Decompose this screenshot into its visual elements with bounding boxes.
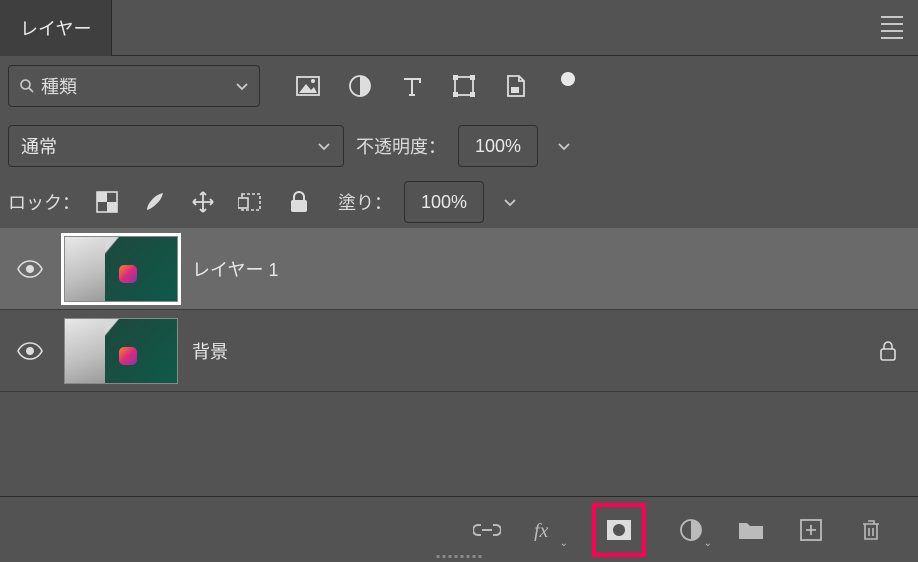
eye-icon	[17, 342, 43, 360]
adjustment-layer-filter-icon[interactable]	[348, 74, 372, 98]
filter-row: 種類	[0, 56, 918, 116]
lock-row: ロック： 塗り： 100%	[0, 176, 918, 228]
opacity-value: 100%	[475, 136, 521, 157]
chevron-down-icon	[317, 139, 331, 153]
visibility-toggle[interactable]	[0, 260, 60, 278]
lock-position-icon[interactable]	[190, 189, 216, 215]
lock-artboard-icon[interactable]	[238, 189, 264, 215]
opacity-flyout-button[interactable]	[550, 125, 578, 167]
chevron-down-icon: ⌄	[704, 538, 712, 549]
add-mask-button[interactable]	[592, 503, 646, 557]
panel-title: レイヤー	[20, 15, 91, 41]
blend-mode-dropdown[interactable]: 通常	[8, 125, 344, 167]
delete-layer-button[interactable]	[856, 515, 886, 545]
chevron-down-icon	[557, 139, 571, 153]
panel-footer: fx ⌄ ⌄	[0, 496, 918, 562]
layer-lock-indicator[interactable]	[858, 341, 918, 361]
blend-mode-value: 通常	[21, 133, 57, 159]
search-icon	[19, 78, 35, 94]
filter-label: 種類	[41, 73, 77, 99]
lock-label: ロック：	[8, 189, 80, 215]
layer-thumbnail[interactable]	[64, 318, 178, 384]
shape-layer-filter-icon[interactable]	[452, 74, 476, 98]
layer-type-icons	[296, 72, 580, 100]
layer-filter-dropdown[interactable]: 種類	[8, 65, 260, 107]
layer-row[interactable]: レイヤー 1	[0, 228, 918, 310]
opacity-label: 不透明度：	[356, 133, 446, 159]
layer-name[interactable]: 背景	[192, 338, 228, 364]
resize-grip[interactable]	[437, 555, 482, 558]
trash-icon	[861, 518, 881, 542]
layer-row[interactable]: 背景	[0, 310, 918, 392]
layer-name[interactable]: レイヤー 1	[192, 256, 278, 282]
fx-icon: fx	[534, 519, 560, 541]
fill-input[interactable]: 100%	[404, 181, 484, 223]
mask-icon	[606, 519, 632, 541]
lock-pixels-icon[interactable]	[142, 189, 168, 215]
chevron-down-icon	[235, 79, 249, 93]
opacity-input[interactable]: 100%	[458, 125, 538, 167]
new-layer-button[interactable]	[796, 515, 826, 545]
chevron-down-icon	[503, 195, 517, 209]
panel-header: レイヤー	[0, 0, 918, 56]
svg-text:fx: fx	[534, 520, 549, 541]
panel-tab-layers[interactable]: レイヤー	[0, 0, 112, 56]
type-layer-filter-icon[interactable]	[400, 74, 424, 98]
folder-icon	[738, 520, 764, 540]
fill-value: 100%	[421, 192, 467, 213]
layer-list: レイヤー 1 背景	[0, 228, 918, 392]
pixel-layer-filter-icon[interactable]	[296, 74, 320, 98]
layer-thumbnail[interactable]	[64, 236, 178, 302]
lock-all-icon[interactable]	[286, 189, 312, 215]
new-group-button[interactable]	[736, 515, 766, 545]
link-icon	[473, 521, 501, 539]
lock-transparency-icon[interactable]	[94, 189, 120, 215]
fill-label: 塗り：	[338, 189, 392, 215]
lock-icon	[879, 341, 897, 361]
visibility-toggle[interactable]	[0, 342, 60, 360]
eye-icon	[17, 260, 43, 278]
new-icon	[800, 519, 822, 541]
fill-flyout-button[interactable]	[496, 181, 524, 223]
panel-menu-icon[interactable]	[872, 8, 912, 48]
link-layers-button[interactable]	[472, 515, 502, 545]
new-adjustment-layer-button[interactable]: ⌄	[676, 515, 706, 545]
chevron-down-icon: ⌄	[560, 538, 568, 549]
smartobject-layer-filter-icon[interactable]	[504, 74, 528, 98]
filter-toggle-switch[interactable]	[556, 72, 580, 100]
blend-row: 通常 不透明度： 100%	[0, 116, 918, 176]
adjustment-icon	[679, 518, 703, 542]
layer-style-button[interactable]: fx ⌄	[532, 515, 562, 545]
